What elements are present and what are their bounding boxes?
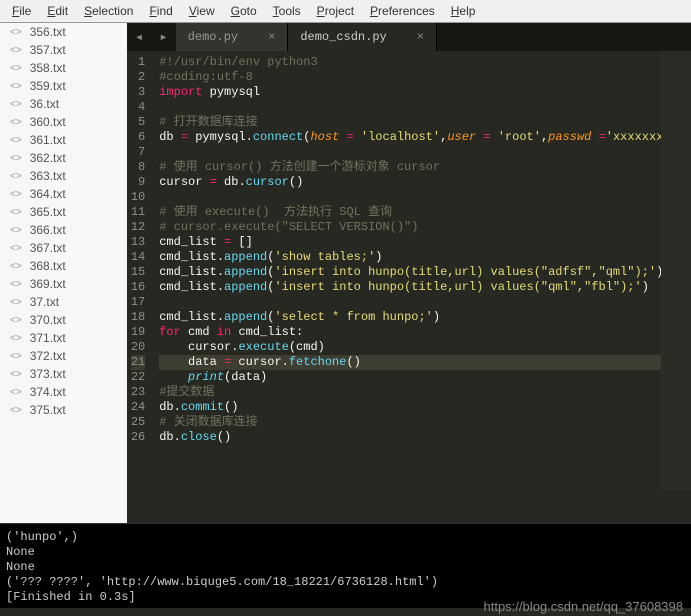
file-name: 360.txt [30, 115, 66, 129]
file-item[interactable]: <> 370.txt [0, 311, 127, 329]
menu-goto[interactable]: Goto [223, 2, 265, 20]
menu-find[interactable]: Find [141, 2, 180, 20]
file-icon: <> [10, 45, 22, 56]
file-icon: <> [10, 153, 22, 164]
file-name: 374.txt [30, 385, 66, 399]
menu-file[interactable]: File [4, 2, 39, 20]
tab-bar: ◂ ▸ demo.py × demo_csdn.py × [127, 23, 691, 51]
file-item[interactable]: <> 362.txt [0, 149, 127, 167]
file-item[interactable]: <> 367.txt [0, 239, 127, 257]
file-icon: <> [10, 405, 22, 416]
menu-project[interactable]: Project [309, 2, 362, 20]
file-item[interactable]: <> 368.txt [0, 257, 127, 275]
close-icon[interactable]: × [268, 30, 275, 44]
minimap[interactable] [661, 51, 691, 491]
tab-label: demo.py [188, 30, 238, 44]
file-item[interactable]: <> 365.txt [0, 203, 127, 221]
file-icon: <> [10, 333, 22, 344]
file-icon: <> [10, 63, 22, 74]
file-item[interactable]: <> 37.txt [0, 293, 127, 311]
file-icon: <> [10, 243, 22, 254]
file-icon: <> [10, 171, 22, 182]
file-name: 358.txt [30, 61, 66, 75]
file-icon: <> [10, 207, 22, 218]
file-icon: <> [10, 351, 22, 362]
file-name: 356.txt [30, 25, 66, 39]
file-name: 37.txt [30, 295, 59, 309]
file-name: 364.txt [30, 187, 66, 201]
file-icon: <> [10, 189, 22, 200]
file-icon: <> [10, 225, 22, 236]
file-item[interactable]: <> 364.txt [0, 185, 127, 203]
file-name: 361.txt [30, 133, 66, 147]
file-name: 366.txt [30, 223, 66, 237]
code-content[interactable]: #!/usr/bin/env python3#coding:utf-8impor… [153, 51, 691, 523]
file-item[interactable]: <> 360.txt [0, 113, 127, 131]
close-icon[interactable]: × [417, 30, 424, 44]
tab-label: demo_csdn.py [300, 30, 386, 44]
file-icon: <> [10, 117, 22, 128]
nav-back-icon[interactable]: ◂ [127, 29, 151, 46]
tab-demo-py[interactable]: demo.py × [176, 23, 289, 51]
file-icon: <> [10, 261, 22, 272]
file-icon: <> [10, 99, 22, 110]
file-icon: <> [10, 315, 22, 326]
file-icon: <> [10, 81, 22, 92]
file-name: 368.txt [30, 259, 66, 273]
file-name: 372.txt [30, 349, 66, 363]
tab-demo-csdn-py[interactable]: demo_csdn.py × [288, 23, 437, 51]
file-name: 369.txt [30, 277, 66, 291]
watermark: https://blog.csdn.net/qq_37608398 [484, 599, 684, 614]
file-item[interactable]: <> 372.txt [0, 347, 127, 365]
file-name: 370.txt [30, 313, 66, 327]
file-item[interactable]: <> 366.txt [0, 221, 127, 239]
menu-help[interactable]: Help [443, 2, 484, 20]
file-item[interactable]: <> 369.txt [0, 275, 127, 293]
file-name: 373.txt [30, 367, 66, 381]
file-item[interactable]: <> 374.txt [0, 383, 127, 401]
file-item[interactable]: <> 356.txt [0, 23, 127, 41]
file-name: 363.txt [30, 169, 66, 183]
file-icon: <> [10, 387, 22, 398]
file-item[interactable]: <> 373.txt [0, 365, 127, 383]
nav-forward-icon[interactable]: ▸ [151, 29, 175, 46]
menubar: FileEditSelectionFindViewGotoToolsProjec… [0, 0, 691, 23]
file-name: 359.txt [30, 79, 66, 93]
file-name: 365.txt [30, 205, 66, 219]
file-item[interactable]: <> 357.txt [0, 41, 127, 59]
file-icon: <> [10, 369, 22, 380]
file-name: 36.txt [30, 97, 59, 111]
menu-edit[interactable]: Edit [39, 2, 76, 20]
file-icon: <> [10, 297, 22, 308]
file-icon: <> [10, 135, 22, 146]
menu-preferences[interactable]: Preferences [362, 2, 443, 20]
file-item[interactable]: <> 363.txt [0, 167, 127, 185]
line-gutter: 1234567891011121314151617181920212223242… [127, 51, 153, 523]
file-icon: <> [10, 27, 22, 38]
menu-view[interactable]: View [181, 2, 223, 20]
menu-selection[interactable]: Selection [76, 2, 141, 20]
file-name: 375.txt [30, 403, 66, 417]
file-item[interactable]: <> 36.txt [0, 95, 127, 113]
console-output: ('hunpo',) None None ('??? ????', 'http:… [0, 523, 691, 608]
file-item[interactable]: <> 375.txt [0, 401, 127, 419]
file-item[interactable]: <> 361.txt [0, 131, 127, 149]
file-item[interactable]: <> 371.txt [0, 329, 127, 347]
file-icon: <> [10, 279, 22, 290]
file-item[interactable]: <> 358.txt [0, 59, 127, 77]
main-area: <> 356.txt <> 357.txt <> 358.txt <> 359.txt <> 36… [0, 23, 691, 523]
file-name: 362.txt [30, 151, 66, 165]
code-area[interactable]: 1234567891011121314151617181920212223242… [127, 51, 691, 523]
editor-pane: ◂ ▸ demo.py × demo_csdn.py × 12345678910… [127, 23, 691, 523]
file-item[interactable]: <> 359.txt [0, 77, 127, 95]
menu-tools[interactable]: Tools [265, 2, 309, 20]
file-name: 357.txt [30, 43, 66, 57]
file-name: 371.txt [30, 331, 66, 345]
file-name: 367.txt [30, 241, 66, 255]
sidebar-file-list[interactable]: <> 356.txt <> 357.txt <> 358.txt <> 359.txt <> 36… [0, 23, 127, 523]
